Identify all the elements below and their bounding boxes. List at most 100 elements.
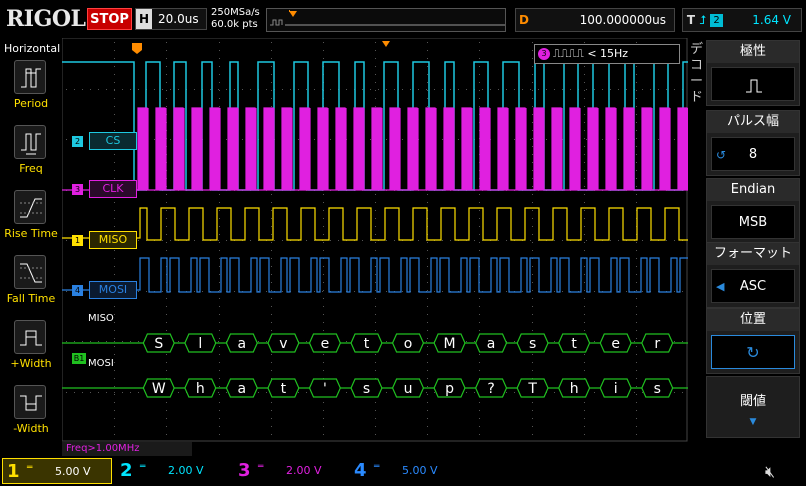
knob-icon: ↺ bbox=[716, 148, 727, 162]
mosi-decode-char: ? bbox=[487, 381, 494, 397]
channel-3-tab[interactable]: 3 ═ 2.00 V bbox=[234, 458, 344, 484]
pulse-train-icon: ⎍⎍⎍⎍ bbox=[553, 47, 584, 60]
measure-neg-width-label: -Width bbox=[13, 422, 49, 435]
ch4-scale: 5.00 V bbox=[402, 464, 438, 477]
miso-decode-char: e bbox=[321, 336, 330, 352]
freq-popup-text: < 15Hz bbox=[587, 47, 629, 60]
measure-rise-time-button[interactable]: Rise Time bbox=[0, 190, 62, 252]
ch1-dc-icon: ═ bbox=[27, 463, 33, 473]
mosi-label[interactable]: MOSI bbox=[89, 281, 137, 299]
position-button[interactable]: 位置 ↻ bbox=[706, 308, 800, 374]
positive-width-icon bbox=[14, 320, 46, 354]
mosi-decode-char: T bbox=[527, 381, 537, 397]
decode-side-title: デコード bbox=[690, 42, 704, 105]
trigger-key: T bbox=[686, 13, 696, 27]
ch4-number: 4 bbox=[354, 460, 367, 481]
trigger-edge-icon: ⮥ bbox=[699, 13, 707, 27]
ch4-dc-icon: ═ bbox=[374, 462, 380, 472]
polarity-label: 極性 bbox=[707, 41, 799, 63]
trigger-position-marker bbox=[289, 11, 297, 17]
measure-pos-width-label: +Width bbox=[10, 357, 52, 370]
mosi-marker: 4 bbox=[72, 285, 83, 296]
miso-label[interactable]: MISO bbox=[89, 231, 137, 249]
channel-4-tab[interactable]: 4 ═ 5.00 V bbox=[350, 458, 460, 484]
mosi-decode-char: s bbox=[363, 381, 370, 397]
timebase-display[interactable]: H 20.0us bbox=[135, 8, 207, 30]
ch2-dc-icon: ═ bbox=[140, 462, 146, 472]
polarity-button[interactable]: 極性 bbox=[706, 40, 800, 106]
brand-logo: RIGOL bbox=[6, 6, 86, 32]
measure-freq-button[interactable]: Freq bbox=[0, 125, 62, 187]
trigger-level: 1.64 V bbox=[752, 13, 791, 27]
channel-2-tab[interactable]: 2 ═ 2.00 V bbox=[116, 458, 226, 484]
freq-readout: Freq>1.00MHz bbox=[62, 442, 192, 456]
clk-marker: 3 bbox=[72, 184, 83, 195]
trigger-time-marker bbox=[132, 43, 142, 54]
delay-display[interactable]: D 100.000000us bbox=[515, 8, 675, 32]
delay-key: D bbox=[519, 13, 529, 27]
cs-label[interactable]: CS bbox=[89, 132, 137, 150]
frequency-counter-popup[interactable]: 3 ⎍⎍⎍⎍ < 15Hz bbox=[534, 44, 680, 64]
ch3-dc-icon: ═ bbox=[258, 462, 264, 472]
trigger-source: 2 bbox=[710, 14, 724, 27]
rotate-knob-icon: ↻ bbox=[711, 335, 795, 369]
endian-button[interactable]: Endian MSB bbox=[706, 178, 800, 244]
period-icon bbox=[14, 60, 46, 94]
trigger-display[interactable]: T ⮥ 2 1.64 V bbox=[682, 8, 802, 32]
measure-neg-width-button[interactable]: -Width bbox=[0, 385, 62, 447]
ch1-scale: 5.00 V bbox=[55, 465, 91, 478]
measure-menu: Horizontal Period Freq Rise Time Fall Ti… bbox=[0, 38, 62, 456]
measure-period-label: Period bbox=[13, 97, 49, 110]
speaker-mute-icon[interactable]: 🔇︎ bbox=[765, 462, 775, 482]
sample-rate: 250MSa/s bbox=[211, 7, 260, 18]
pulse-width-label: パルス幅 bbox=[707, 111, 799, 133]
negative-width-icon bbox=[14, 385, 46, 419]
memory-overview[interactable] bbox=[266, 8, 506, 32]
memory-depth: 60.0k pts bbox=[211, 19, 258, 30]
measure-fall-time-button[interactable]: Fall Time bbox=[0, 255, 62, 317]
miso-decode-char: a bbox=[487, 336, 496, 352]
cs-marker: 2 bbox=[72, 136, 83, 147]
ch3-number: 3 bbox=[238, 460, 251, 481]
mosi-decode-char: W bbox=[152, 381, 166, 397]
mosi-decode-char: h bbox=[196, 381, 205, 397]
ch2-scale: 2.00 V bbox=[168, 464, 204, 477]
format-value: ASC bbox=[739, 279, 767, 294]
delay-value: 100.000000us bbox=[579, 13, 666, 27]
miso-marker: 1 bbox=[72, 235, 83, 246]
run-stop-status[interactable]: STOP bbox=[87, 8, 132, 30]
waveform-display[interactable]: Sl a v e t o Ma s t e r Wh a t ' s u p? Th i s 2 CS 3 CLK 1 … bbox=[61, 37, 700, 442]
measure-period-button[interactable]: Period bbox=[0, 60, 62, 122]
mosi-decode-char: i bbox=[614, 381, 618, 397]
channel-1-tab[interactable]: 1 ═ 5.00 V bbox=[2, 458, 112, 484]
mosi-decode-char: a bbox=[238, 381, 247, 397]
format-button[interactable]: フォーマット ◀ ASC bbox=[706, 242, 800, 308]
frequency-icon bbox=[14, 125, 46, 159]
measure-menu-title: Horizontal bbox=[4, 42, 61, 55]
threshold-button[interactable]: 閾値 ▼ bbox=[706, 376, 800, 438]
mosi-decode-char: ' bbox=[323, 381, 327, 397]
miso-decode-char: S bbox=[154, 336, 163, 352]
mosi-decode-char: h bbox=[570, 381, 579, 397]
miso-decode-char: o bbox=[404, 336, 413, 352]
miso-decode-char: v bbox=[279, 336, 287, 352]
pulse-width-value: 8 bbox=[748, 147, 758, 162]
center-marker bbox=[382, 41, 390, 47]
clk-label[interactable]: CLK bbox=[89, 180, 137, 198]
ch2-number: 2 bbox=[120, 460, 133, 481]
miso-decode-char: M bbox=[443, 336, 455, 352]
ch1-number: 1 bbox=[7, 461, 20, 482]
waveform-canvas: Sl a v e t o Ma s t e r W h a t ' s u p? Th i s bbox=[61, 37, 700, 442]
miso-decode-char: s bbox=[529, 336, 536, 352]
timebase-key: H bbox=[136, 9, 152, 29]
miso-decode-char: e bbox=[611, 336, 620, 352]
decode-bus: Sl a v e t o Ma s t e r W h a t ' s u p? Th i s bbox=[62, 333, 688, 398]
miso-decode-char: t bbox=[571, 336, 577, 352]
measure-freq-label: Freq bbox=[19, 162, 43, 175]
endian-value: MSB bbox=[711, 205, 795, 239]
format-label: フォーマット bbox=[707, 243, 799, 265]
pulse-width-button[interactable]: パルス幅 ↺ 8 bbox=[706, 110, 800, 176]
measure-pos-width-button[interactable]: +Width bbox=[0, 320, 62, 382]
oscilloscope-screen: RIGOL STOP H 20.0us 250MSa/s 60.0k pts D 1… bbox=[0, 0, 806, 486]
sample-info: 250MSa/s 60.0k pts bbox=[211, 7, 260, 31]
